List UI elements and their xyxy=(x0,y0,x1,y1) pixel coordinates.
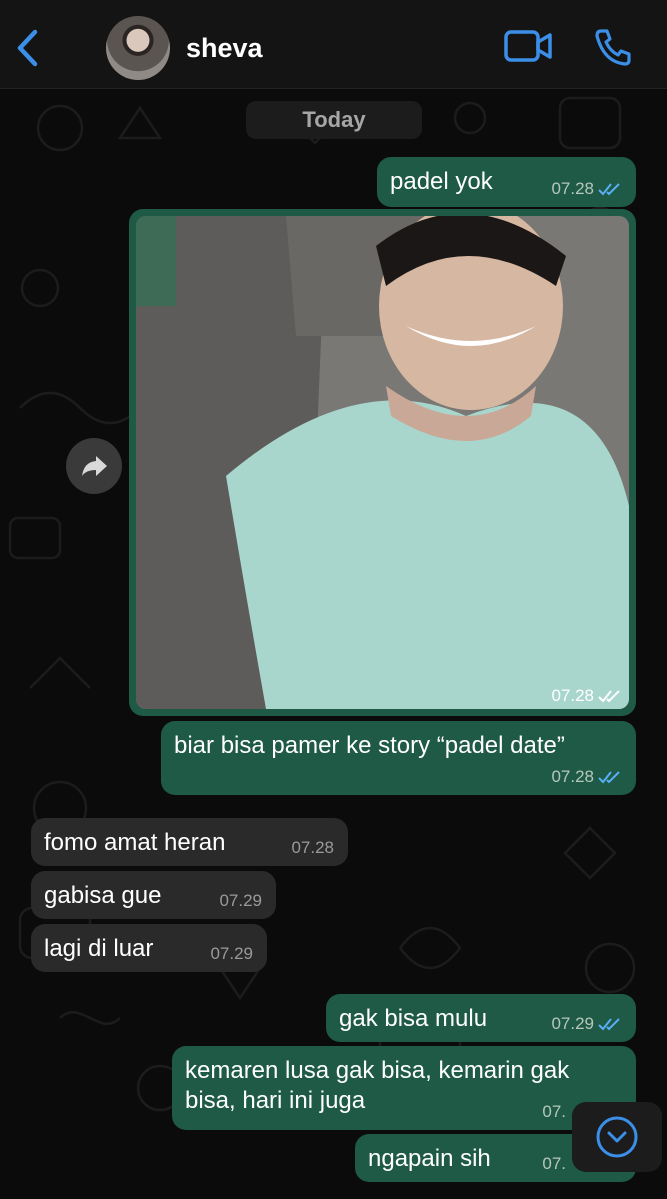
chat-header: sheva xyxy=(0,0,667,89)
message-meta: 07.29 xyxy=(210,944,253,964)
video-camera-icon xyxy=(504,30,552,62)
message-incoming[interactable]: gabisa gue 07.29 xyxy=(31,871,276,919)
message-text: padel yok xyxy=(390,168,493,195)
message-text: gak bisa mulu xyxy=(339,1005,488,1032)
selfie-photo xyxy=(136,216,629,709)
message-time: 07. xyxy=(542,1154,566,1173)
message-text: gabisa gue xyxy=(44,882,162,909)
message-outgoing[interactable]: gak bisa mulu 07.29 xyxy=(326,994,636,1042)
message-meta: 07.28 xyxy=(551,179,622,199)
message-meta: 07.28 xyxy=(551,767,622,787)
forward-icon xyxy=(82,456,107,476)
double-check-icon xyxy=(598,183,620,196)
message-time: 07.28 xyxy=(291,838,334,857)
message-meta: 07. xyxy=(542,1102,566,1122)
date-separator: Today xyxy=(246,101,422,139)
phone-icon xyxy=(595,29,631,66)
double-check-icon xyxy=(598,1018,620,1031)
message-text: kemaren lusa gak bisa, kemarin gak bisa,… xyxy=(185,1056,569,1116)
double-check-icon xyxy=(598,771,620,784)
message-time: 07.29 xyxy=(219,891,262,910)
back-button[interactable] xyxy=(8,22,48,74)
message-outgoing[interactable]: padel yok 07.28 xyxy=(377,157,636,207)
message-time: 07.29 xyxy=(551,1014,594,1033)
message-outgoing[interactable]: kemaren lusa gak bisa, kemarin gak bisa,… xyxy=(172,1046,636,1130)
message-meta: 07.29 xyxy=(551,1014,622,1034)
chevron-left-icon xyxy=(17,29,38,67)
message-outgoing[interactable]: biar bisa pamer ke story “padel date” 07… xyxy=(161,721,636,795)
message-time: 07.28 xyxy=(551,686,594,705)
message-time: 07.28 xyxy=(551,767,594,786)
message-text: ngapain sih xyxy=(368,1145,491,1172)
message-text: fomo amat heran xyxy=(44,829,226,856)
message-text-line: kemaren lusa gak bisa, kemarin gak xyxy=(185,1057,570,1084)
contact-avatar[interactable] xyxy=(106,16,170,80)
contact-name[interactable]: sheva xyxy=(186,33,263,64)
video-call-button[interactable] xyxy=(502,26,554,66)
photo-image[interactable] xyxy=(136,216,629,709)
message-time: 07.29 xyxy=(210,944,253,963)
voice-call-button[interactable] xyxy=(592,26,634,68)
message-text-line: bisa, hari ini juga xyxy=(185,1087,366,1114)
forward-button[interactable] xyxy=(66,438,122,494)
message-meta: 07. xyxy=(542,1154,566,1174)
message-incoming[interactable]: lagi di luar 07.29 xyxy=(31,924,267,972)
message-time: 07.28 xyxy=(551,179,594,198)
message-text: biar bisa pamer ke story “padel date” xyxy=(174,732,565,759)
message-incoming[interactable]: fomo amat heran 07.28 xyxy=(31,818,348,866)
message-text: lagi di luar xyxy=(44,935,154,962)
double-check-icon xyxy=(598,690,620,703)
photo-meta: 07.28 xyxy=(551,686,622,706)
message-meta: 07.28 xyxy=(291,838,334,858)
chevron-down-icon xyxy=(596,1116,638,1158)
message-meta: 07.29 xyxy=(219,891,262,911)
message-time: 07. xyxy=(542,1102,566,1121)
scroll-to-bottom-button[interactable] xyxy=(572,1102,662,1172)
message-photo[interactable]: 07.28 xyxy=(129,209,636,716)
